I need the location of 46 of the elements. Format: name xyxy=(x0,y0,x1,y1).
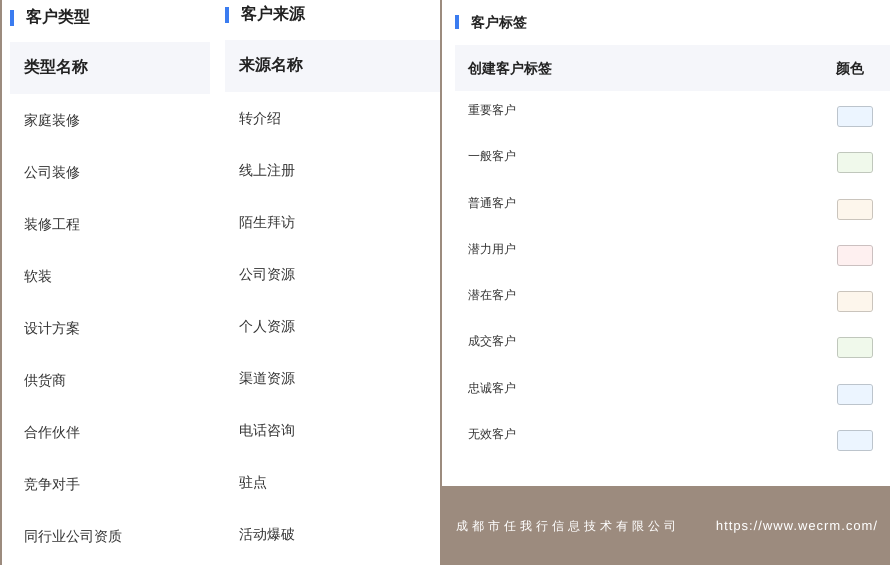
color-swatch[interactable] xyxy=(837,430,873,452)
table-cell-text: 竞争对手 xyxy=(24,474,80,494)
column-header: 来源名称 xyxy=(239,56,303,76)
color-swatch[interactable] xyxy=(837,337,873,358)
color-swatch[interactable] xyxy=(837,291,873,312)
table-cell-text: 供货商 xyxy=(24,370,66,390)
table-cell-text: 活动爆破 xyxy=(239,524,295,544)
table-cell-text: 渠道资源 xyxy=(239,368,295,388)
table-cell-text: 驻点 xyxy=(239,472,267,492)
website-link[interactable]: https://www.wecrm.com/ xyxy=(716,516,878,536)
table-cell-text: 转介绍 xyxy=(239,108,281,128)
table-cell-text: 装修工程 xyxy=(24,214,80,234)
accent-bar xyxy=(225,7,229,23)
tag-name: 重要客户 xyxy=(468,102,516,119)
table-cell-text: 线上注册 xyxy=(239,160,295,180)
table-cell-text: 家庭装修 xyxy=(24,110,80,130)
table-cell-text: 合作伙伴 xyxy=(24,422,80,442)
table-cell-text: 陌生拜访 xyxy=(239,212,295,232)
tag-name: 普通客户 xyxy=(468,194,516,212)
accent-bar xyxy=(10,10,14,26)
color-swatch[interactable] xyxy=(837,244,873,266)
accent-bar xyxy=(455,15,459,29)
section-title: 客户来源 xyxy=(241,4,305,25)
table-cell-text: 同行业公司资质 xyxy=(24,526,122,546)
column-header: 类型名称 xyxy=(24,58,88,78)
tag-name: 忠诚客户 xyxy=(468,380,516,397)
tag-name: 一般客户 xyxy=(468,148,516,166)
color-swatch[interactable] xyxy=(837,106,873,127)
tag-name: 潜力用户 xyxy=(468,240,516,258)
section-title: 客户类型 xyxy=(26,7,90,28)
tag-name: 成交客户 xyxy=(468,333,516,350)
table-cell-text: 公司装修 xyxy=(24,162,80,182)
table-cell-text: 软装 xyxy=(24,266,52,286)
table-cell-text: 公司资源 xyxy=(239,264,295,284)
color-swatch[interactable] xyxy=(837,198,873,220)
color-swatch[interactable] xyxy=(837,152,873,174)
table-cell-text: 电话咨询 xyxy=(239,420,295,440)
table-cell-text: 个人资源 xyxy=(239,316,295,336)
tag-name: 潜在客户 xyxy=(468,287,516,304)
tag-name: 无效客户 xyxy=(468,426,516,444)
column-header: 创建客户标签 xyxy=(468,58,552,78)
color-swatch[interactable] xyxy=(837,384,873,405)
section-title: 客户标签 xyxy=(471,12,527,32)
company-name: 成都市任我行信息技术有限公司 xyxy=(456,518,680,534)
table-cell-text: 设计方案 xyxy=(24,318,80,338)
column-header: 颜色 xyxy=(836,58,864,78)
